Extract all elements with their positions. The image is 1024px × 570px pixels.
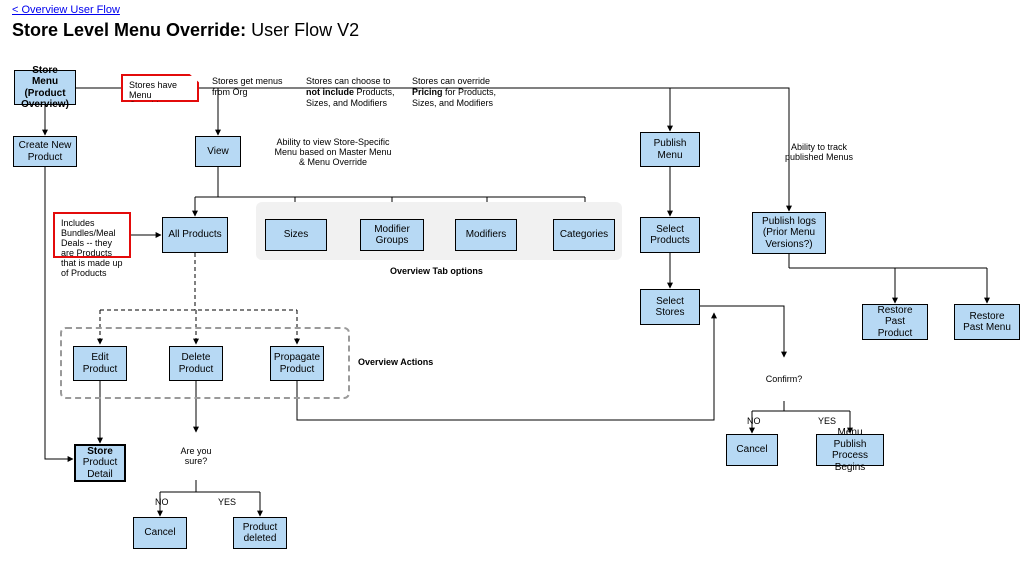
- box-sizes: Sizes: [265, 219, 327, 251]
- label-yes-2: YES: [818, 416, 836, 426]
- diamond-are-you-sure: Are you sure?: [176, 436, 216, 476]
- box-view: View: [195, 136, 241, 167]
- box-product-deleted: Product deleted: [233, 517, 287, 549]
- box-modifiers: Modifiers: [455, 219, 517, 251]
- box-publish-logs: Publish logs (Prior Menu Versions?): [752, 212, 826, 254]
- diamond-confirm: Confirm?: [765, 360, 803, 398]
- trap-track: Ability to track published Menus: [760, 136, 878, 167]
- label-overview-tabs: Overview Tab options: [390, 266, 483, 276]
- breadcrumb-link[interactable]: < Overview User Flow: [12, 4, 120, 16]
- box-publish-menu: Publish Menu: [640, 132, 700, 167]
- box-categories: Categories: [553, 219, 615, 251]
- callout-bundles: Includes Bundles/Meal Deals -- they are …: [53, 212, 131, 258]
- box-create-new-product: Create New Product: [13, 136, 77, 167]
- box-propagate-product: Propagate Product: [270, 346, 324, 381]
- box-cancel-publish: Cancel: [726, 434, 778, 466]
- page-title-light: User Flow V2: [246, 20, 359, 40]
- box-edit-product: Edit Product: [73, 346, 127, 381]
- box-publish-begins: Menu Publish Process Begins: [816, 434, 884, 466]
- box-modifier-groups: Modifier Groups: [360, 219, 424, 251]
- box-restore-product: Restore Past Product: [862, 304, 928, 340]
- callout-stores-have-overrides: Stores have Menu Overrides: [121, 74, 199, 102]
- box-restore-menu: Restore Past Menu: [954, 304, 1020, 340]
- label-no-2: NO: [747, 416, 761, 426]
- label-overview-actions: Overview Actions: [358, 357, 433, 367]
- box-delete-product: Delete Product: [169, 346, 223, 381]
- label-no-1: NO: [155, 497, 169, 507]
- trap-view-override: Ability to view Store-Specific Menu base…: [258, 136, 408, 167]
- box-all-products: All Products: [162, 217, 228, 253]
- note-from-org: Stores get menus from Org: [212, 76, 294, 98]
- label-yes-1: YES: [218, 497, 236, 507]
- box-select-products: Select Products: [640, 217, 700, 253]
- box-cancel-delete: Cancel: [133, 517, 187, 549]
- box-store-product-detail: StoreProduct Detail: [74, 444, 126, 482]
- note-pricing: Stores can override Pricing for Products…: [412, 76, 502, 108]
- page-title-bold: Store Level Menu Override:: [12, 20, 246, 40]
- box-store-menu: Store Menu (Product Overview): [14, 70, 76, 105]
- note-not-include: Stores can choose to not include Product…: [306, 76, 401, 108]
- page-title: Store Level Menu Override: User Flow V2: [12, 20, 359, 41]
- box-select-stores: Select Stores: [640, 289, 700, 325]
